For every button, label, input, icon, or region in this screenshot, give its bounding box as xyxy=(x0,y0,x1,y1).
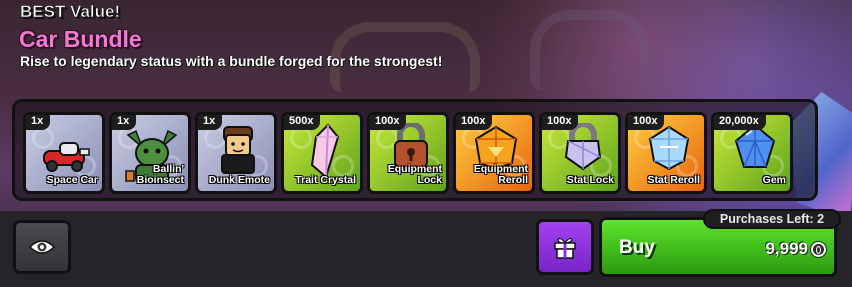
item-quantity: 100x xyxy=(456,115,493,130)
buy-label: Buy xyxy=(619,237,655,258)
item-label: Dunk Emote xyxy=(208,174,270,186)
item-label: Trait Crystal xyxy=(295,174,356,186)
bundle-item-trait-crystal[interactable]: 500x Trait Crystal xyxy=(281,112,363,194)
dunk-emote-icon xyxy=(221,126,255,174)
gem-icon xyxy=(734,123,776,168)
item-quantity: 1x xyxy=(198,115,223,130)
bundle-panel: BEST Value! Car Bundle Rise to legendary… xyxy=(0,0,852,287)
bundle-items-list: 1x Space Car 1x Ballin' Bioinsect 1x Dun… xyxy=(12,99,818,201)
best-value-badge: BEST Value! xyxy=(20,2,121,22)
item-label: Stat Lock xyxy=(566,174,614,186)
price-value: 9,999 xyxy=(765,239,808,258)
bundle-item-space-car[interactable]: 1x Space Car xyxy=(23,112,105,194)
item-quantity: 1x xyxy=(26,115,51,130)
background-lock-decoration xyxy=(530,10,650,90)
item-label: Equipment Reroll xyxy=(473,163,528,186)
eye-icon xyxy=(28,240,56,254)
trait-crystal-icon xyxy=(310,123,340,179)
purchases-left-badge: Purchases Left: 2 xyxy=(703,209,841,229)
gift-button[interactable] xyxy=(536,219,594,275)
item-label: Gem xyxy=(762,174,786,186)
bundle-item-equipment-reroll[interactable]: 100x Equipment Reroll xyxy=(453,112,535,194)
bundle-item-gem[interactable]: 20,000x Gem xyxy=(711,112,793,194)
item-quantity: 1x xyxy=(112,115,137,130)
bundle-item-bioinsect[interactable]: 1x Ballin' Bioinsect xyxy=(109,112,191,194)
item-quantity: 100x xyxy=(370,115,407,130)
bundle-subtitle: Rise to legendary status with a bundle f… xyxy=(20,53,443,69)
bundle-item-dunk-emote[interactable]: 1x Dunk Emote xyxy=(195,112,277,194)
item-label: Ballin' Bioinsect xyxy=(136,163,184,186)
preview-button[interactable] xyxy=(13,220,71,274)
item-quantity: 100x xyxy=(542,115,579,130)
item-quantity: 100x xyxy=(628,115,665,130)
coin-icon xyxy=(811,242,826,257)
gift-icon xyxy=(554,237,576,259)
item-label: Stat Reroll xyxy=(647,174,700,186)
item-quantity: 500x xyxy=(284,115,321,130)
stat-reroll-icon xyxy=(648,125,690,171)
space-car-icon xyxy=(43,142,90,172)
bundle-item-stat-lock[interactable]: 100x Stat Lock xyxy=(539,112,621,194)
item-label: Space Car xyxy=(46,174,98,186)
stat-lock-icon xyxy=(564,123,602,171)
item-label: Equipment Lock xyxy=(387,163,442,186)
item-quantity: 20,000x xyxy=(714,115,766,130)
bundle-item-stat-reroll[interactable]: 100x Stat Reroll xyxy=(625,112,707,194)
bundle-item-equipment-lock[interactable]: 100x Equipment Lock xyxy=(367,112,449,194)
bundle-title: Car Bundle xyxy=(19,26,142,52)
